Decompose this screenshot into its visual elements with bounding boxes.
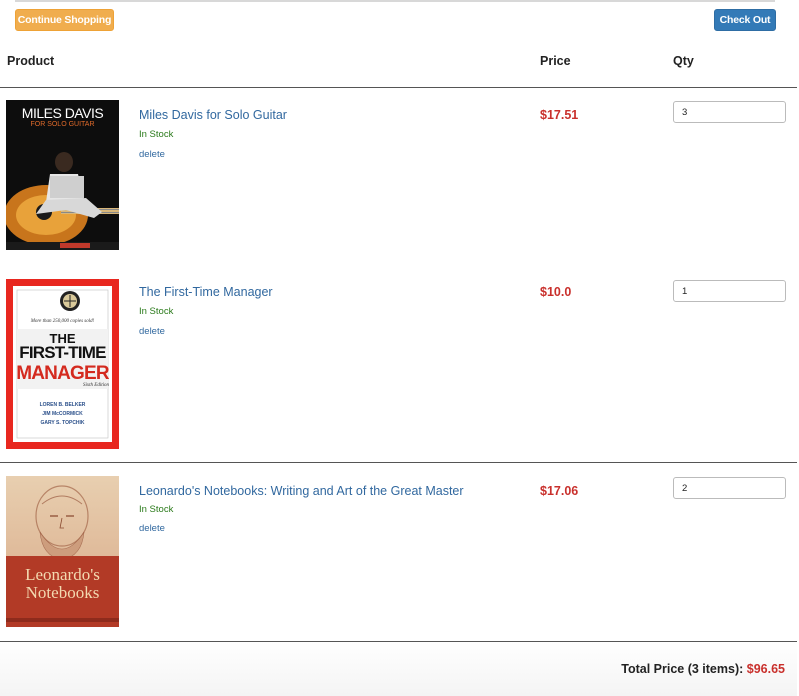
cover-author: JIM McCORMICK bbox=[42, 411, 83, 417]
cover-edition: Sixth Edition bbox=[83, 383, 109, 388]
quantity-input[interactable] bbox=[673, 280, 786, 302]
delete-link[interactable]: delete bbox=[139, 326, 165, 337]
total-price-label: Total Price (3 items): bbox=[621, 662, 744, 676]
cover-subtitle: FOR SOLO GUITAR bbox=[30, 121, 95, 128]
cover-title-line1: Leonardo's bbox=[25, 565, 100, 584]
delete-link[interactable]: delete bbox=[139, 523, 165, 534]
stock-status: In Stock bbox=[139, 129, 174, 140]
item-price: $10.0 bbox=[540, 285, 572, 299]
leonardo-cover-art bbox=[6, 476, 119, 627]
item-price: $17.51 bbox=[540, 108, 579, 122]
cover-title: MILES DAVIS bbox=[21, 105, 104, 121]
product-title-link[interactable]: The First-Time Manager bbox=[139, 285, 273, 299]
total-price: Total Price (3 items): $96.65 bbox=[621, 662, 785, 676]
book-cover-first-time-manager[interactable]: More than 250,000 copies sold! THE FIRST… bbox=[6, 279, 119, 449]
cover-title-line3: MANAGER bbox=[16, 363, 109, 384]
cart-summary-bar: Total Price (3 items): $96.65 bbox=[0, 641, 797, 696]
book-cover-miles-davis[interactable]: MILES DAVIS FOR SOLO GUITAR bbox=[6, 100, 119, 250]
cover-authors: LOREN B. BELKER JIM McCORMICK GARY S. TO… bbox=[6, 401, 119, 428]
item-price: $17.06 bbox=[540, 484, 579, 498]
quantity-input[interactable] bbox=[673, 101, 786, 123]
book-cover-leonardo[interactable]: Leonardo's Notebooks bbox=[6, 476, 119, 627]
product-title-link[interactable]: Leonardo's Notebooks: Writing and Art of… bbox=[139, 484, 464, 498]
cover-tagline: More than 250,000 copies sold! bbox=[30, 319, 95, 324]
cover-author: GARY S. TOPCHIK bbox=[40, 420, 85, 426]
total-price-amount: $96.65 bbox=[746, 662, 785, 676]
quantity-input[interactable] bbox=[673, 477, 786, 499]
product-title-link[interactable]: Miles Davis for Solo Guitar bbox=[139, 108, 287, 122]
top-edge-strip bbox=[15, 0, 775, 2]
check-out-button[interactable]: Check Out bbox=[714, 9, 776, 31]
continue-shopping-button[interactable]: Continue Shopping bbox=[15, 9, 114, 31]
stock-status: In Stock bbox=[139, 504, 174, 515]
cover-title-line2: Notebooks bbox=[25, 583, 100, 602]
column-header-price: Price bbox=[540, 54, 571, 68]
column-header-product: Product bbox=[7, 54, 55, 68]
header-divider bbox=[0, 87, 797, 88]
cover-title-line2: FIRST-TIME bbox=[19, 343, 106, 362]
stock-status: In Stock bbox=[139, 306, 174, 317]
row-spacer bbox=[0, 264, 797, 265]
column-header-qty: Qty bbox=[673, 54, 694, 68]
row-divider bbox=[0, 462, 797, 463]
delete-link[interactable]: delete bbox=[139, 149, 165, 160]
cover-author: LOREN B. BELKER bbox=[39, 402, 86, 408]
